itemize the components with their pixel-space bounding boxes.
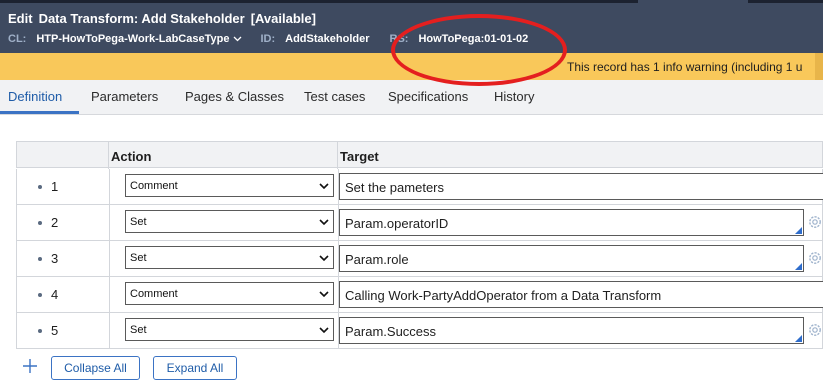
action-select-value: Comment: [130, 288, 178, 300]
target-field[interactable]: Set the pameters: [339, 173, 823, 200]
chevron-down-icon: [319, 253, 329, 265]
chevron-down-icon: [319, 181, 329, 193]
id-label: ID:: [260, 33, 276, 45]
corner-resize-icon[interactable]: [795, 263, 802, 270]
row-number: 5: [51, 323, 59, 338]
action-cell: Comment: [109, 169, 339, 204]
row-number: 2: [51, 215, 59, 230]
tab-specifications[interactable]: Specifications: [388, 89, 468, 104]
warning-scrollbar[interactable]: [815, 53, 823, 80]
tab-pages-classes[interactable]: Pages & Classes: [185, 89, 284, 104]
tab-test-cases[interactable]: Test cases: [304, 89, 365, 104]
chevron-down-icon: [319, 217, 329, 229]
tab-parameters[interactable]: Parameters: [91, 89, 158, 104]
target-value: Calling Work-PartyAddOperator from a Dat…: [345, 288, 662, 303]
rule-title-row: Edit Data Transform: Add Stakeholder [Avai…: [8, 11, 316, 26]
row-number-cell: 2: [17, 205, 110, 240]
action-select-value: Comment: [130, 180, 178, 192]
action-cell: Set: [109, 241, 339, 276]
column-header-action[interactable]: Action: [111, 149, 151, 164]
action-select[interactable]: Set: [125, 318, 334, 341]
collapse-all-button[interactable]: Collapse All: [51, 356, 140, 380]
target-value: Param.role: [345, 252, 409, 267]
row-number-cell: 4: [17, 277, 110, 312]
row-bullet-icon: [38, 293, 42, 297]
row-number-cell: 5: [17, 313, 110, 348]
active-tab-indicator: [0, 111, 79, 114]
gear-icon[interactable]: [807, 250, 823, 271]
target-value: Set the pameters: [345, 180, 444, 195]
class-value[interactable]: HTP-HowToPega-Work-LabCaseType: [36, 33, 229, 45]
warning-bar: This record has 1 info warning (includin…: [0, 53, 823, 80]
action-select-value: Set: [130, 324, 147, 336]
table-row[interactable]: 1 Comment Set the pameters: [16, 169, 823, 205]
column-header-target[interactable]: Target: [340, 149, 379, 164]
action-cell: Set: [109, 313, 339, 348]
edit-label: Edit: [8, 11, 33, 26]
chevron-down-icon: [319, 325, 329, 337]
action-select-value: Set: [130, 252, 147, 264]
action-select[interactable]: Set: [125, 210, 334, 233]
table-row[interactable]: 2 Set Param.operatorID: [16, 205, 823, 241]
table-row[interactable]: 5 Set Param.Success: [16, 313, 823, 349]
action-select[interactable]: Set: [125, 246, 334, 269]
tab-definition[interactable]: Definition: [8, 89, 62, 104]
gear-icon[interactable]: [807, 322, 823, 343]
column-divider: [108, 142, 109, 169]
action-select-value: Set: [130, 216, 147, 228]
action-cell: Set: [109, 205, 339, 240]
class-label: CL:: [8, 33, 27, 45]
column-divider: [337, 142, 338, 169]
chevron-down-icon[interactable]: [233, 33, 242, 45]
target-field[interactable]: Param.role: [339, 245, 804, 272]
row-bullet-icon: [38, 185, 42, 189]
action-select[interactable]: Comment: [125, 282, 334, 305]
row-number: 1: [51, 179, 59, 194]
rule-status: [Available]: [250, 11, 316, 26]
table-row[interactable]: 3 Set Param.role: [16, 241, 823, 277]
active-window-notch: [638, 0, 748, 3]
rule-tabs: Definition Parameters Pages & Classes Te…: [0, 80, 823, 115]
window-top-strip: [0, 0, 823, 3]
ruleset-label: RS:: [389, 33, 409, 45]
row-number-cell: 1: [17, 169, 110, 204]
row-bullet-icon: [38, 221, 42, 225]
row-number: 3: [51, 251, 59, 266]
target-field[interactable]: Param.operatorID: [339, 209, 804, 236]
action-cell: Comment: [109, 277, 339, 312]
warning-text[interactable]: This record has 1 info warning (includin…: [567, 60, 802, 74]
rule-title: Data Transform: Add Stakeholder: [38, 11, 245, 26]
action-select[interactable]: Comment: [125, 174, 334, 197]
ruleset-value: HowToPega:01-01-02: [418, 33, 529, 45]
row-number: 4: [51, 287, 59, 302]
gear-icon[interactable]: [807, 214, 823, 235]
rule-meta-row: CL: HTP-HowToPega-Work-LabCaseType ID: AddS…: [8, 33, 528, 45]
target-value: Param.operatorID: [345, 216, 449, 231]
chevron-down-icon: [319, 289, 329, 301]
expand-all-button[interactable]: Expand All: [153, 356, 237, 380]
corner-resize-icon[interactable]: [795, 227, 802, 234]
target-value: Param.Success: [345, 324, 437, 339]
rule-header: Edit Data Transform: Add Stakeholder [Avai…: [0, 0, 823, 53]
table-row[interactable]: 4 Comment Calling Work-PartyAddOperator …: [16, 277, 823, 313]
row-number-cell: 3: [17, 241, 110, 276]
id-value: AddStakeholder: [285, 33, 370, 45]
row-bullet-icon: [38, 329, 42, 333]
target-field[interactable]: Calling Work-PartyAddOperator from a Dat…: [339, 281, 823, 308]
corner-resize-icon[interactable]: [795, 335, 802, 342]
tab-history[interactable]: History: [494, 89, 534, 104]
plus-icon[interactable]: [22, 358, 38, 379]
target-field[interactable]: Param.Success: [339, 317, 804, 344]
row-bullet-icon: [38, 257, 42, 261]
grid-header-row: Action Target: [16, 141, 823, 169]
